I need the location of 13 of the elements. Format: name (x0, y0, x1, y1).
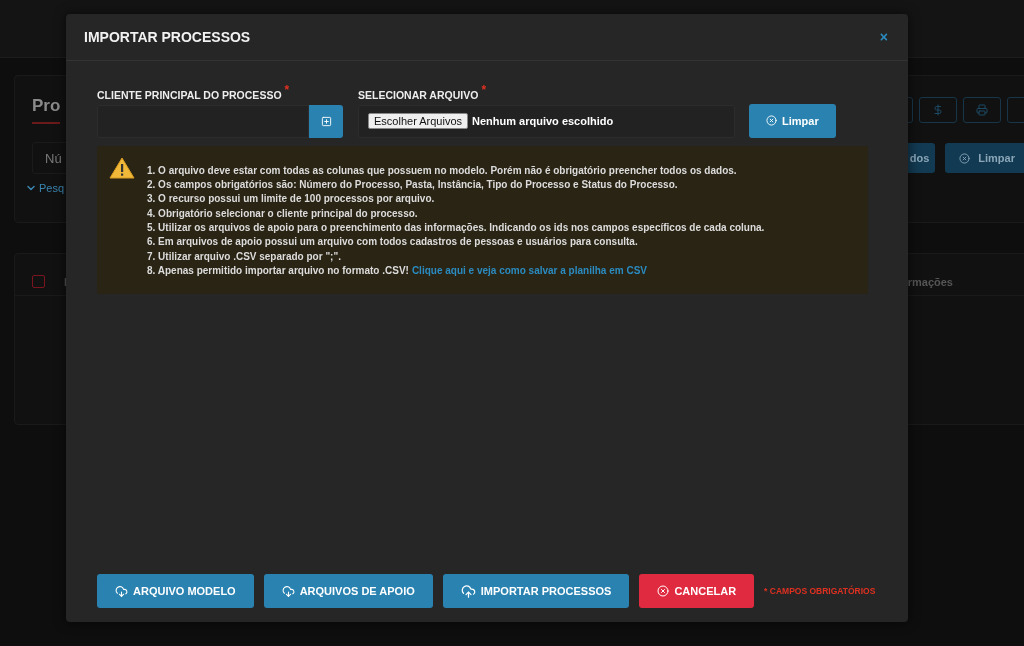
instruction-text: 4. Obrigatório selecionar o cliente principal do processo. (147, 207, 419, 219)
column-header: rmações (907, 275, 953, 288)
instruction-text: 8. Apenas permitido importar arquivo no formato .CSV! Clique aqui e veja como salvar a planilha em CSV (147, 265, 648, 277)
required-fields-note: * CAMPOS OBRIGATÓRIOS (764, 586, 876, 596)
instruction-text: 7. Utilizar arquivo .CSV separado por ";". (147, 250, 342, 262)
instruction-text: 1. O arquivo deve estar com todas as colunas que possuem no modelo. Porém não é obrigatório preencher todos os dados. (147, 164, 738, 176)
dialog-title: IMPORTAR PROCESSOS (84, 29, 251, 45)
instruction-text: 2. Os campos obrigatórios são: Número do Processo, Pasta, Instância, Tipo do Processo e Status do Processo. (147, 178, 679, 190)
instruction-text: 3. O recurso possui um limite de 100 processos por arquivo. (147, 193, 436, 205)
page-title: Pro (32, 96, 61, 124)
instruction-text: 5. Utilizar os arquivos de apoio para o preenchimento das informações. Indicando os ids nos campos específicos de cada coluna. (147, 222, 765, 234)
file-status-text: Nenhum arquivo escolhido (472, 115, 614, 127)
instruction-text: 6. Em arquivos de apoio possui um arquivo com todos cadastros de pessoas e usuários para consulta. (147, 236, 639, 248)
